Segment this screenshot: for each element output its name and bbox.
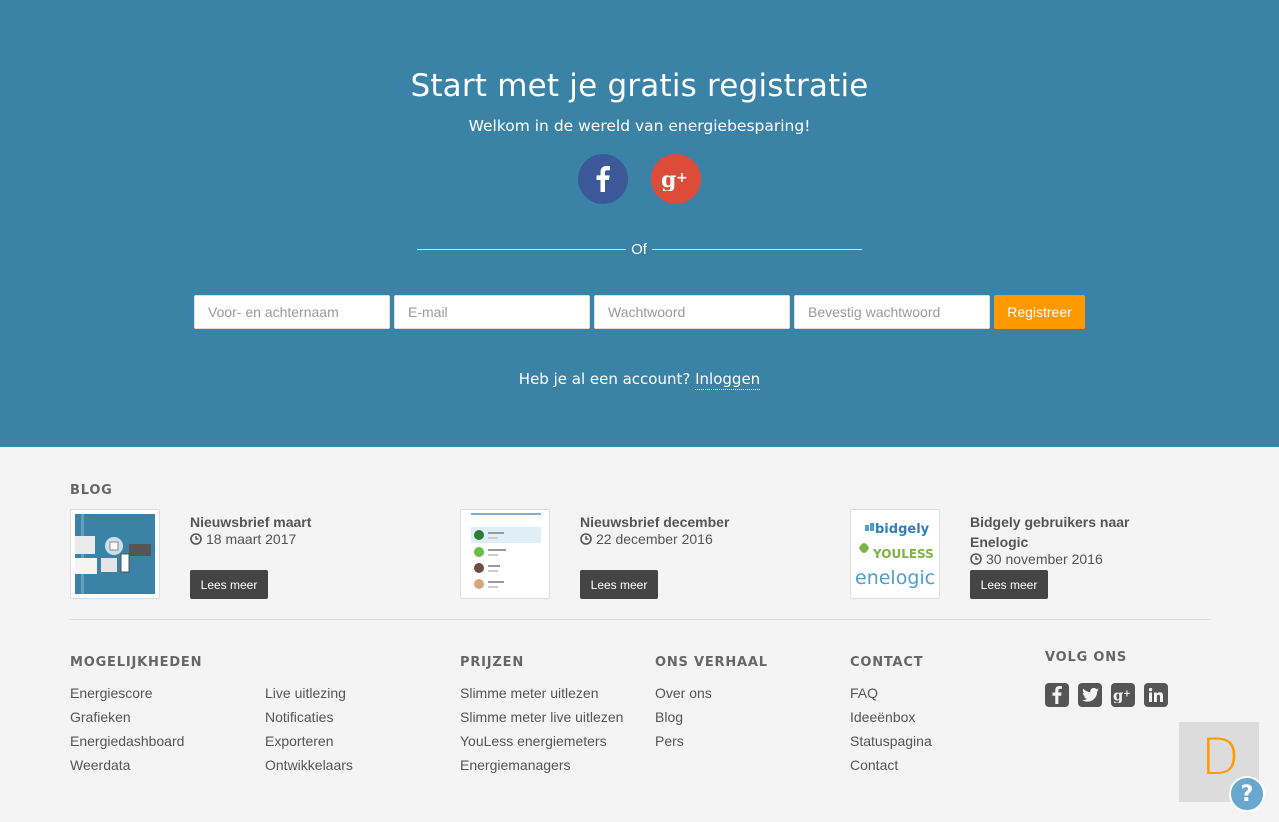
footer-link[interactable]: Slimme meter live uitlezen [460, 709, 623, 725]
footer-links-prijzen: Slimme meter uitlezen Slimme meter live … [460, 685, 623, 781]
divider-text: Of [631, 241, 647, 258]
footer-link[interactable]: Slimme meter uitlezen [460, 685, 599, 701]
page-subtitle: Welkom in de wereld van energiebesparing… [468, 117, 811, 135]
blog-post: bidgely YOULESS enelogic Bidgely gebruik… [850, 509, 1220, 601]
svg-text:+: + [1123, 688, 1131, 699]
blog-post-date-text: 30 november 2016 [986, 551, 1103, 567]
blog-post-title[interactable]: Nieuwsbrief maart [190, 512, 380, 532]
blog-post-date-text: 22 december 2016 [596, 531, 713, 547]
page-title: Start met je gratis registratie [410, 68, 869, 104]
twitter-icon[interactable] [1078, 683, 1102, 707]
footer-link[interactable]: Energiescore [70, 685, 153, 701]
footer-link[interactable]: FAQ [850, 685, 878, 701]
footer-link[interactable]: YouLess energiemeters [460, 733, 607, 749]
read-more-button[interactable]: Lees meer [190, 570, 268, 599]
blog-thumbnail[interactable] [460, 509, 550, 599]
footer-link[interactable]: Pers [655, 733, 684, 749]
blog-post-date: 22 december 2016 [580, 531, 713, 547]
blog-thumbnail[interactable]: bidgely YOULESS enelogic [850, 509, 940, 599]
footer-heading-prijzen: PRIJZEN [460, 655, 524, 670]
footer-heading-volg-ons: VOLG ONS [1045, 650, 1128, 665]
registration-hero: Start met je gratis registratie Welkom i… [0, 0, 1279, 447]
footer-link[interactable]: Ideeënbox [850, 709, 915, 725]
footer-link[interactable]: Notificaties [265, 709, 333, 725]
footer-heading-ons-verhaal: ONS VERHAAL [655, 655, 768, 670]
footer-link[interactable]: Contact [850, 757, 898, 773]
blog-post: Nieuwsbrief maart 18 maart 2017 Lees mee… [70, 509, 440, 601]
login-prompt: Heb je al een account? Inloggen [0, 370, 1279, 390]
read-more-button[interactable]: Lees meer [970, 570, 1048, 599]
clock-icon [190, 533, 202, 545]
widget-logo: D [1201, 728, 1240, 786]
blog-post: Nieuwsbrief december 22 december 2016 Le… [460, 509, 830, 601]
google-plus-icon: g + [661, 167, 688, 191]
social-follow-icons: g + [1045, 683, 1168, 707]
facebook-icon[interactable] [1045, 683, 1069, 707]
help-button[interactable]: ? [1229, 776, 1265, 812]
google-signup-button[interactable]: g + [651, 154, 701, 204]
footer-link[interactable]: Grafieken [70, 709, 131, 725]
login-link[interactable]: Inloggen [695, 370, 761, 390]
thumb-brand-3: enelogic [855, 567, 935, 589]
footer-heading-mogelijkheden: MOGELIJKHEDEN [70, 655, 203, 670]
login-prompt-text: Heb je al een account? [518, 370, 691, 388]
clock-icon [580, 533, 592, 545]
footer-link[interactable]: Statuspagina [850, 733, 932, 749]
blog-post-date: 18 maart 2017 [190, 531, 296, 547]
password-input[interactable] [594, 295, 790, 329]
blog-thumbnail[interactable] [70, 509, 160, 599]
footer-links-ons-verhaal: Over ons Blog Pers [655, 685, 712, 757]
footer-links-contact: FAQ Ideeënbox Statuspagina Contact [850, 685, 932, 781]
footer-link[interactable]: Blog [655, 709, 683, 725]
facebook-signup-button[interactable] [578, 154, 628, 204]
svg-text:g: g [1113, 687, 1123, 703]
blog-post-title[interactable]: Nieuwsbrief december [580, 512, 770, 532]
read-more-button[interactable]: Lees meer [580, 570, 658, 599]
footer-link[interactable]: Energiemanagers [460, 757, 571, 773]
facebook-icon [596, 166, 610, 192]
name-input[interactable] [194, 295, 390, 329]
footer-link[interactable]: Exporteren [265, 733, 333, 749]
thumb-brand-1: bidgely [875, 522, 930, 537]
svg-text:g: g [661, 167, 676, 191]
confirm-password-input[interactable] [794, 295, 990, 329]
footer-links-mogelijkheden-2: Live uitlezing Notificaties Exporteren O… [265, 685, 353, 781]
footer-link[interactable]: Ontwikkelaars [265, 757, 353, 773]
footer-heading-contact: CONTACT [850, 655, 924, 670]
footer-link[interactable]: Live uitlezing [265, 685, 346, 701]
blog-post-date: 30 november 2016 [970, 551, 1103, 567]
footer-link[interactable]: Over ons [655, 685, 712, 701]
register-button[interactable]: Registreer [994, 295, 1085, 329]
email-input[interactable] [394, 295, 590, 329]
clock-icon [970, 553, 982, 565]
google-plus-icon[interactable]: g + [1111, 683, 1135, 707]
svg-text:+: + [676, 170, 688, 186]
blog-post-date-text: 18 maart 2017 [206, 531, 297, 547]
footer-divider [70, 619, 1210, 620]
blog-post-title[interactable]: Bidgely gebruikers naar Enelogic [970, 512, 1160, 552]
blog-heading: BLOG [70, 483, 113, 498]
or-divider: Of [417, 240, 862, 260]
linkedin-icon[interactable] [1144, 683, 1168, 707]
footer-link[interactable]: Weerdata [70, 757, 130, 773]
footer-link[interactable]: Energiedashboard [70, 733, 184, 749]
thumb-brand-2: YOULESS [872, 547, 934, 561]
footer-links-mogelijkheden-1: Energiescore Grafieken Energiedashboard … [70, 685, 184, 781]
